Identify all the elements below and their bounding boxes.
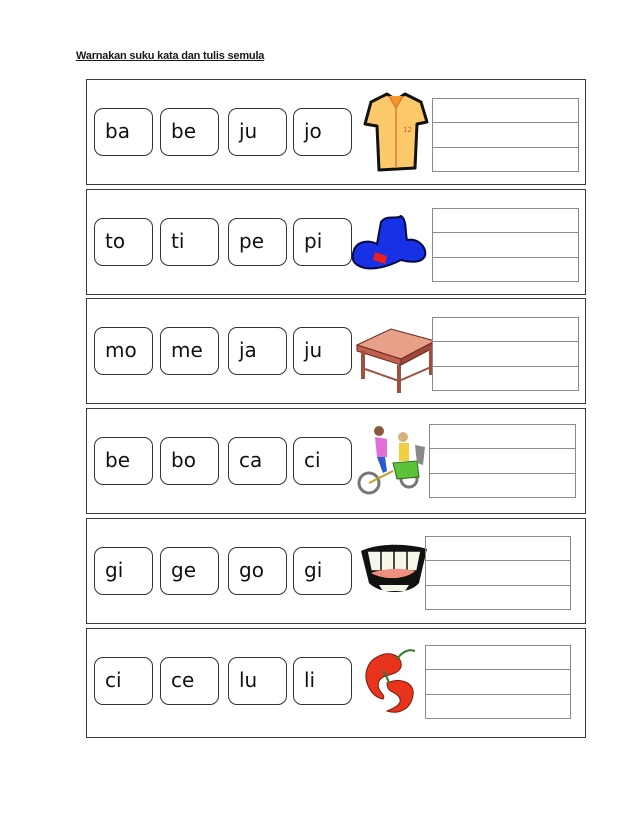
- chili-icon: [365, 649, 416, 713]
- syllable-box[interactable]: ti: [160, 218, 219, 266]
- exercise-row: ba be ju jo 12: [86, 79, 586, 185]
- syllable-box[interactable]: gi: [94, 547, 153, 595]
- syllable-box[interactable]: ja: [228, 327, 287, 375]
- syllable-box[interactable]: bo: [160, 437, 219, 485]
- syllable-box[interactable]: pe: [228, 218, 287, 266]
- answer-lines[interactable]: [432, 208, 579, 282]
- syllable-box[interactable]: ci: [94, 657, 153, 705]
- table-icon: [355, 328, 433, 393]
- answer-lines[interactable]: [425, 645, 571, 719]
- syllable-box[interactable]: ca: [228, 437, 287, 485]
- teeth-icon: [361, 544, 427, 592]
- syllable-box[interactable]: pi: [293, 218, 352, 266]
- answer-lines[interactable]: [432, 317, 579, 391]
- exercise-row: be bo ca ci: [86, 408, 586, 514]
- syllable-box[interactable]: to: [94, 218, 153, 266]
- answer-lines[interactable]: [425, 536, 571, 610]
- exercise-row: gi ge go gi: [86, 518, 586, 624]
- hat-icon: [351, 214, 427, 270]
- syllable-box[interactable]: go: [228, 547, 287, 595]
- trishaw-icon: [357, 426, 425, 495]
- syllable-box[interactable]: gi: [293, 547, 352, 595]
- worksheet-title: Warnakan suku kata dan tulis semula: [76, 50, 265, 62]
- syllable-box[interactable]: ce: [160, 657, 219, 705]
- syllable-box[interactable]: li: [293, 657, 352, 705]
- syllable-box[interactable]: mo: [94, 327, 153, 375]
- syllable-box[interactable]: ju: [228, 108, 287, 156]
- exercise-row: ci ce lu li: [86, 628, 586, 738]
- exercise-row: to ti pe pi: [86, 189, 586, 295]
- syllable-box[interactable]: ju: [293, 327, 352, 375]
- syllable-box[interactable]: lu: [228, 657, 287, 705]
- syllable-box[interactable]: ba: [94, 108, 153, 156]
- syllable-box[interactable]: ge: [160, 547, 219, 595]
- syllable-box[interactable]: be: [160, 108, 219, 156]
- answer-lines[interactable]: [429, 424, 576, 498]
- syllable-box[interactable]: me: [160, 327, 219, 375]
- svg-text:12: 12: [403, 126, 412, 134]
- syllable-box[interactable]: be: [94, 437, 153, 485]
- exercise-row: mo me ja ju: [86, 298, 586, 404]
- syllable-box[interactable]: jo: [293, 108, 352, 156]
- syllable-box[interactable]: ci: [293, 437, 352, 485]
- shirt-icon: 12: [363, 92, 429, 172]
- answer-lines[interactable]: [432, 98, 579, 172]
